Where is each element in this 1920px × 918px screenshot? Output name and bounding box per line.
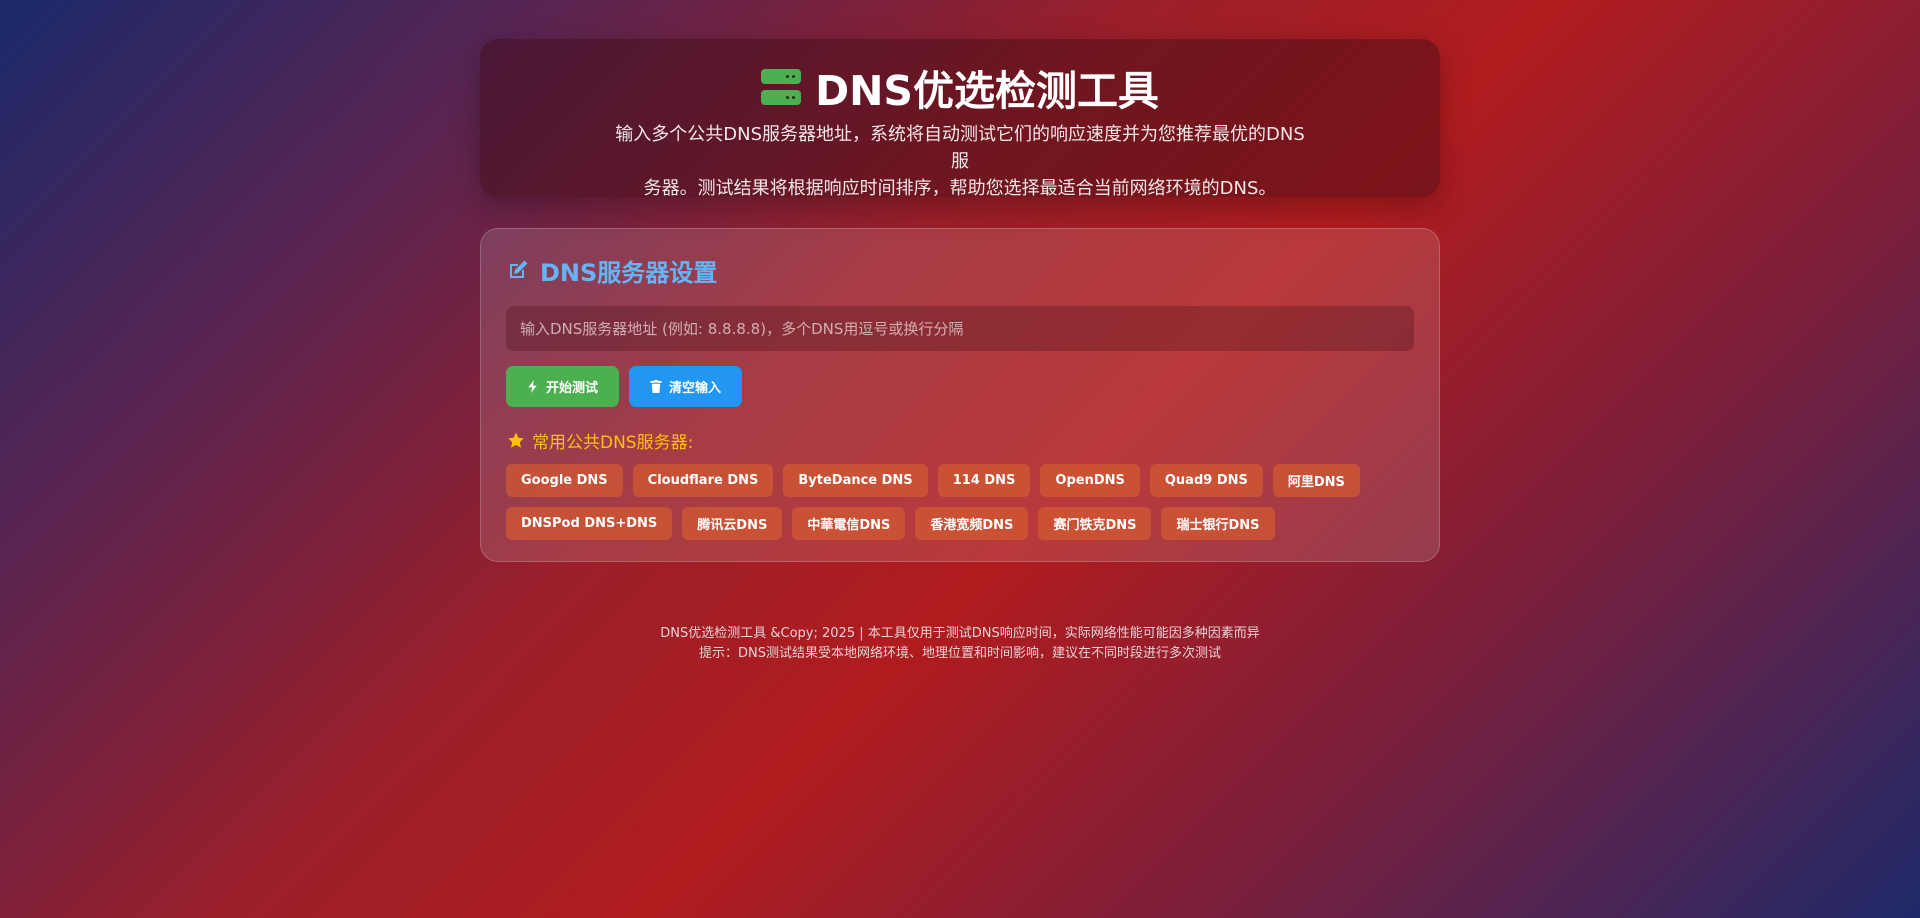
dns-preset-chip[interactable]: Quad9 DNS [1149,464,1263,497]
dns-preset-chip[interactable]: 阿里DNS [1272,464,1360,497]
dns-preset-chip[interactable]: OpenDNS [1040,464,1140,497]
subtitle-line-1: 输入多个公共DNS服务器地址，系统将自动测试它们的响应速度并为您推荐最优的DNS… [615,124,1305,172]
dns-preset-chip[interactable]: Google DNS [506,464,623,497]
dns-preset-chip[interactable]: 香港宽频DNS [915,507,1029,540]
dns-preset-chip[interactable]: Cloudflare DNS [632,464,774,497]
footer-line-2: 提示：DNS测试结果受本地网络环境、地理位置和时间影响，建议在不同时段进行多次测… [699,646,1221,661]
dns-preset-chip[interactable]: 腾讯云DNS [682,507,783,540]
clear-input-button[interactable]: 清空输入 [629,366,742,407]
subtitle-line-2: 务器。测试结果将根据响应时间排序，帮助您选择最适合当前网络环境的DNS。 [643,178,1277,199]
page-title: DNS优选检测工具 [815,67,1159,115]
common-dns-heading: 常用公共DNS服务器: [506,428,1414,453]
dns-preset-chip[interactable]: ByteDance DNS [783,464,928,497]
page-subtitle: 输入多个公共DNS服务器地址，系统将自动测试它们的响应速度并为您推荐最优的DNS… [610,121,1310,202]
settings-heading: DNS服务器设置 [506,253,1414,287]
common-dns-list: Google DNS Cloudflare DNS ByteDance DNS 114… [506,464,1414,540]
title-row: DNS优选检测工具 [480,63,1440,115]
footer-line-1: DNS优选检测工具 &Copy; 2025 | 本工具仅用于测试DNS响应时间，… [660,626,1260,641]
footer: DNS优选检测工具 &Copy; 2025 | 本工具仅用于测试DNS响应时间，… [0,624,1920,664]
dns-preset-chip[interactable]: 114 DNS [937,464,1031,497]
clear-input-label: 清空输入 [668,381,721,396]
action-buttons: 开始测试 清空输入 [506,366,1414,407]
bolt-icon [528,380,537,393]
start-test-button[interactable]: 开始测试 [506,366,619,407]
dns-preset-chip[interactable]: 中華電信DNS [792,507,906,540]
dns-settings-card: DNS服务器设置 开始测试 清空输入 [480,228,1440,562]
trash-icon [650,380,662,393]
settings-title: DNS服务器设置 [540,258,718,287]
star-icon [508,432,524,448]
dns-preset-chip[interactable]: 赛门铁克DNS [1038,507,1152,540]
dns-server-input[interactable] [506,306,1414,351]
header-card: DNS优选检测工具 输入多个公共DNS服务器地址，系统将自动测试它们的响应速度并… [480,39,1440,199]
start-test-label: 开始测试 [545,381,598,396]
common-dns-title: 常用公共DNS服务器: [532,432,694,453]
server-icon [761,69,802,105]
dns-preset-chip[interactable]: 瑞士银行DNS [1161,507,1275,540]
dns-preset-chip[interactable]: DNSPod DNS+DNS [506,507,673,540]
main-container: DNS优选检测工具 输入多个公共DNS服务器地址，系统将自动测试它们的响应速度并… [480,39,1440,562]
edit-icon [510,260,528,278]
